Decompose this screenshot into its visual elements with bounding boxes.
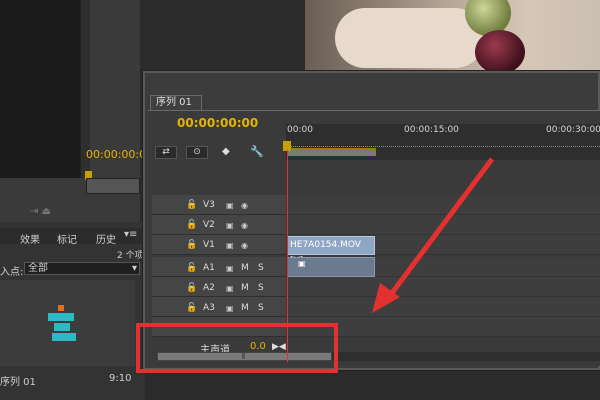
- sequence-duration: 9:10: [109, 373, 132, 384]
- eye-icon[interactable]: ◉: [241, 201, 248, 210]
- track-header-a2[interactable]: [152, 277, 286, 297]
- snap-icon[interactable]: ⇄: [155, 146, 177, 159]
- tab-history[interactable]: 历史: [96, 231, 116, 246]
- source-transport-icon[interactable]: ⇥ ⏏: [30, 206, 51, 217]
- lock-icon[interactable]: 🔓: [186, 303, 197, 313]
- hand-image: [335, 8, 485, 68]
- tab-effects[interactable]: 效果: [20, 231, 40, 246]
- source-timebar[interactable]: [86, 178, 140, 194]
- track-label: V2: [203, 220, 215, 230]
- source-viewer: [0, 0, 80, 178]
- film-icon[interactable]: ▣: [226, 201, 234, 210]
- track-label: V1: [203, 240, 215, 250]
- track-header-v2[interactable]: [152, 215, 286, 235]
- link-icon[interactable]: ⊙: [186, 146, 208, 159]
- solo-button[interactable]: S: [258, 303, 264, 313]
- track-header-v3[interactable]: [152, 195, 286, 215]
- lock-icon[interactable]: 🔓: [186, 200, 197, 210]
- chevron-down-icon: ▾: [131, 263, 137, 274]
- film-icon[interactable]: ▣: [226, 264, 234, 273]
- tab-sequence-label: 序列 01: [156, 97, 192, 108]
- eye-icon[interactable]: ◉: [241, 241, 248, 250]
- eye-icon[interactable]: ◉: [241, 221, 248, 230]
- panel-menu-icon[interactable]: ▾≡: [124, 229, 137, 240]
- item-count: 2 个项: [117, 251, 144, 261]
- annotation-arrow-icon: [372, 157, 495, 313]
- program-video-preview: [305, 0, 600, 70]
- solo-button[interactable]: S: [258, 283, 264, 293]
- track-label: A1: [203, 263, 215, 273]
- film-icon[interactable]: ▣: [226, 284, 234, 293]
- mute-button[interactable]: M: [241, 283, 249, 293]
- track-header-a3[interactable]: [152, 297, 286, 317]
- lock-icon[interactable]: 🔓: [186, 220, 197, 230]
- track-label: A3: [203, 303, 215, 313]
- scroll-track: [320, 352, 600, 361]
- ruler-label: 00:00:30:00: [546, 125, 600, 135]
- work-area-bar[interactable]: [287, 148, 376, 156]
- lock-icon[interactable]: 🔓: [186, 263, 197, 273]
- ruler-label: 00:00:15:00: [404, 125, 459, 135]
- inpoint-select[interactable]: 全部 ▾: [24, 262, 140, 275]
- wrench-icon[interactable]: 🔧: [250, 145, 264, 158]
- film-icon[interactable]: ▣: [226, 304, 234, 313]
- film-icon[interactable]: ▣: [226, 241, 234, 250]
- track-header-v1[interactable]: [152, 235, 286, 255]
- timeline-timecode[interactable]: 00:00:00:00: [177, 116, 258, 130]
- audio-clip-icon: ▣: [298, 259, 306, 268]
- clip-video[interactable]: HE7A0154.MOV [V]: [287, 236, 375, 266]
- grape-red-image: [475, 30, 525, 70]
- tab-markers[interactable]: 标记: [57, 231, 77, 246]
- inpoint-label: 入点:: [0, 267, 24, 278]
- lock-icon[interactable]: 🔓: [186, 283, 197, 293]
- solo-button[interactable]: S: [258, 263, 264, 273]
- sequence-name[interactable]: 序列 01: [0, 373, 36, 388]
- marker-icon[interactable]: ◆: [222, 146, 230, 157]
- sequence-icon: [48, 305, 76, 341]
- track-header-a1[interactable]: [152, 257, 286, 277]
- film-icon[interactable]: ▣: [226, 221, 234, 230]
- annotation-highlight-box: [136, 323, 338, 373]
- source-timecode[interactable]: 00:00:00:0: [86, 148, 146, 161]
- lock-icon[interactable]: 🔓: [186, 240, 197, 250]
- mute-button[interactable]: M: [241, 303, 249, 313]
- mute-button[interactable]: M: [241, 263, 249, 273]
- inpoint-value: 全部: [28, 263, 48, 274]
- tab-sequence[interactable]: 序列 01 ×: [150, 95, 202, 122]
- ruler-label: 00:00: [287, 125, 313, 135]
- track-label: A2: [203, 283, 215, 293]
- track-label: V3: [203, 200, 215, 210]
